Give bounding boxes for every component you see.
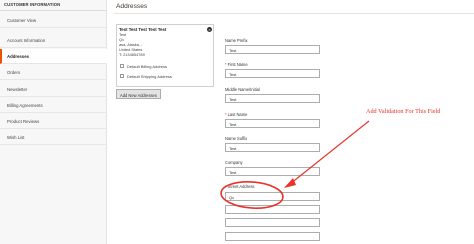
street-address-label: *Street Address [225,184,255,189]
page-title: Addresses [116,3,148,10]
annotation-arrow-head [284,178,296,188]
default-shipping-label: Default Shipping Address [127,74,172,79]
sidebar-item-product-reviews[interactable]: Product Reviews [0,114,107,129]
street-address-line-2-input[interactable] [225,205,320,214]
sidebar-item-wish-list[interactable]: Wish List [0,130,107,145]
required-marker: * [225,184,227,189]
address-card[interactable]: Test Test Test Test Test × Test Qx asa, … [116,24,214,87]
sidebar-item-account-information[interactable]: Account Information [0,33,107,48]
name-suffix-input[interactable]: Test [225,143,320,152]
last-name-label: *Last Name [225,112,248,117]
name-suffix-label: Name Suffix [225,136,248,141]
sidebar-item-newsletter[interactable]: Newsletter [0,82,107,97]
add-new-addresses-button[interactable]: Add New Addresses [116,89,161,99]
sidebar-item-orders[interactable]: Orders [0,65,107,80]
required-marker: * [225,62,227,67]
name-prefix-label: Name Prefix [225,38,248,43]
company-input[interactable]: Test [225,167,320,176]
default-billing-label: Default Billing Address [127,64,168,69]
street-address-line-1-input[interactable]: Qx [225,192,320,201]
title-divider [114,13,474,14]
sidebar-item-customer-view[interactable]: Customer View [0,13,107,28]
sidebar-item-billing-agreements[interactable]: Billing Agreements [0,98,107,113]
last-name-input[interactable]: Test [225,119,320,128]
annotation-text: Add Validation For This Field [366,108,441,115]
company-label: Company [225,160,243,165]
sidebar-item-addresses[interactable]: Addresses [0,49,107,64]
sidebar-title: CUSTOMER INFORMATION [0,0,107,11]
middle-name-label: Middle Name/Initial [225,87,260,92]
first-name-input[interactable]: Test [225,69,320,78]
default-shipping-checkbox[interactable] [120,74,124,78]
name-prefix-input[interactable]: Test [225,45,320,54]
close-icon[interactable]: × [207,27,212,32]
address-line: T: 2134654789 [119,52,145,57]
city-input[interactable] [225,232,320,241]
street-address-line-3-input[interactable] [225,218,320,227]
default-billing-checkbox[interactable] [120,64,124,68]
middle-name-input[interactable]: Test [225,94,320,103]
first-name-label: *First Name [225,62,248,67]
required-marker: * [225,112,227,117]
customer-information-sidebar: CUSTOMER INFORMATION Customer View Accou… [0,0,107,244]
